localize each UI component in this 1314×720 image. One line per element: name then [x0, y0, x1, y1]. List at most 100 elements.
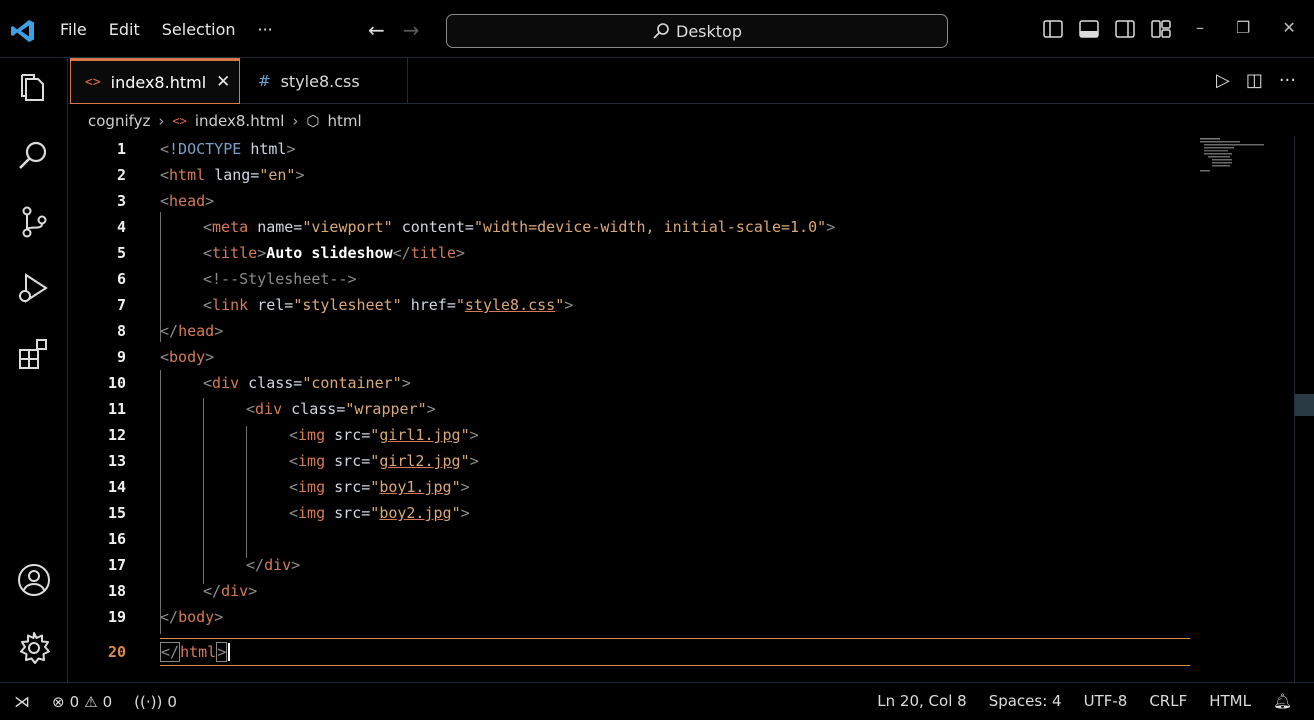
status-bar: ⋊ ⊗ 0 ⚠ 0 ((·)) 0 Ln 20, Col 8 Spaces: 4… — [0, 682, 1314, 720]
restore-icon[interactable]: ❐ — [1236, 18, 1250, 37]
code-line: 7 <link rel="stylesheet" href="style8.cs… — [68, 292, 1190, 318]
back-arrow-icon[interactable]: ← — [368, 18, 385, 42]
line-number: 3 — [116, 192, 126, 210]
ports-count: 0 — [167, 692, 177, 711]
code-line: 14 <img src="boy1.jpg"> — [68, 474, 1190, 500]
menu-selection[interactable]: Selection — [162, 20, 236, 39]
html-file-icon: <> — [172, 114, 187, 128]
line-number: 7 — [116, 296, 126, 314]
toggle-panel-icon[interactable] — [1078, 18, 1100, 40]
accounts-icon[interactable] — [16, 562, 52, 598]
explorer-icon[interactable] — [16, 70, 52, 106]
breadcrumb-file[interactable]: index8.html — [195, 112, 285, 130]
code-line: 3 <head> — [68, 188, 1190, 214]
code-line: 17 </div> — [68, 552, 1190, 578]
vertical-scrollbar[interactable] — [1294, 136, 1314, 682]
line-number: 19 — [107, 608, 126, 626]
line-number: 6 — [116, 270, 126, 288]
css-file-icon: # — [258, 72, 271, 90]
chevron-right-icon: › — [292, 112, 299, 130]
line-number: 13 — [107, 452, 126, 470]
search-icon[interactable] — [16, 138, 52, 174]
extensions-icon[interactable] — [16, 336, 52, 372]
code-line: 9 <body> — [68, 344, 1190, 370]
breadcrumb-folder[interactable]: cognifyz — [88, 112, 150, 130]
breadcrumb: cognifyz › <> index8.html › ⬡ html — [68, 106, 1314, 136]
code-line: 1 <!DOCTYPE html> — [68, 136, 1190, 162]
line-number: 5 — [116, 244, 126, 262]
breadcrumb-symbol[interactable]: html — [327, 112, 361, 130]
code-line: 6 <!--Stylesheet--> — [68, 266, 1190, 292]
code-line-current: 20 </html> — [68, 639, 1190, 665]
warning-icon: ⚠ — [84, 692, 98, 711]
line-number: 17 — [107, 556, 126, 574]
line-number: 2 — [116, 166, 126, 184]
close-tab-icon[interactable]: ✕ — [216, 72, 230, 92]
encoding[interactable]: UTF-8 — [1084, 692, 1128, 710]
minimize-icon[interactable]: – — [1196, 18, 1204, 37]
menu-edit[interactable]: Edit — [109, 20, 140, 39]
remote-indicator-icon[interactable]: ⋊ — [14, 692, 30, 711]
code-line: 16 — [68, 526, 1190, 552]
line-number: 4 — [116, 218, 126, 236]
menu-bar: File Edit Selection ··· — [60, 20, 273, 39]
line-number: 10 — [107, 374, 126, 392]
run-and-debug-icon[interactable] — [16, 270, 52, 306]
radio-tower-icon: ((·)) — [134, 692, 163, 711]
tab-index8-html[interactable]: <> index8.html ✕ — [70, 58, 240, 104]
line-number: 9 — [116, 348, 126, 366]
line-number: 15 — [107, 504, 126, 522]
toggle-secondary-sidebar-icon[interactable] — [1114, 18, 1136, 40]
menu-file[interactable]: File — [60, 20, 87, 39]
menu-more[interactable]: ··· — [258, 20, 273, 39]
line-number: 11 — [107, 400, 126, 418]
code-line: 15 <img src="boy2.jpg"> — [68, 500, 1190, 526]
code-line: 13 <img src="girl2.jpg"> — [68, 448, 1190, 474]
code-line: 8 </head> — [68, 318, 1190, 344]
line-number: 18 — [107, 582, 126, 600]
manage-gear-icon[interactable] — [16, 630, 52, 666]
cursor-position[interactable]: Ln 20, Col 8 — [877, 692, 966, 710]
line-number: 12 — [107, 426, 126, 444]
symbol-icon: ⬡ — [306, 112, 320, 130]
code-line: 12 <img src="girl1.jpg"> — [68, 422, 1190, 448]
notifications-bell-icon[interactable]: 🔔︎ — [1273, 692, 1292, 710]
code-line: 19 </body> — [68, 604, 1190, 630]
title-bar: File Edit Selection ··· ← → Desktop – ❐ … — [0, 0, 1314, 58]
problems-indicator[interactable]: ⊗ 0 ⚠ 0 — [52, 693, 112, 711]
error-icon: ⊗ — [52, 692, 65, 711]
end-of-line[interactable]: CRLF — [1149, 692, 1187, 710]
command-center-search[interactable]: Desktop — [446, 14, 948, 48]
more-actions-icon[interactable]: ··· — [1279, 70, 1296, 91]
code-line: 11 <div class="wrapper"> — [68, 396, 1190, 422]
split-editor-icon[interactable]: ◫ — [1246, 70, 1263, 91]
code-line: 4 <meta name="viewport" content="width=d… — [68, 214, 1190, 240]
search-label: Desktop — [676, 21, 742, 41]
scrollbar-thumb[interactable] — [1295, 394, 1314, 416]
code-line: 5 <title>Auto slideshow</title> — [68, 240, 1190, 266]
minimap[interactable] — [1196, 136, 1276, 176]
close-window-icon[interactable]: ✕ — [1282, 18, 1295, 37]
source-control-icon[interactable] — [16, 204, 52, 240]
vscode-logo-icon — [11, 20, 34, 42]
line-number: 1 — [116, 140, 126, 158]
error-count: 0 — [69, 692, 80, 711]
customize-layout-icon[interactable] — [1150, 18, 1172, 40]
language-mode[interactable]: HTML — [1209, 692, 1251, 710]
warning-count: 0 — [102, 692, 113, 711]
code-line: 18 </div> — [68, 578, 1190, 604]
indentation[interactable]: Spaces: 4 — [989, 692, 1062, 710]
tab-style8-css[interactable]: # style8.css — [244, 58, 408, 104]
code-editor[interactable]: 1 <!DOCTYPE html> 2 <html lang="en"> 3 <… — [68, 136, 1294, 682]
chevron-right-icon: › — [158, 112, 165, 130]
toggle-primary-sidebar-icon[interactable] — [1042, 18, 1064, 40]
line-number: 8 — [116, 322, 126, 340]
html-file-icon: <> — [85, 74, 101, 90]
ports-indicator[interactable]: ((·)) 0 — [134, 693, 177, 711]
tab-bar: <> index8.html ✕ # style8.css ▷ ◫ ··· — [68, 58, 1314, 104]
code-line: 10 <div class="container"> — [68, 370, 1190, 396]
run-icon[interactable]: ▷ — [1216, 70, 1230, 91]
line-number: 16 — [107, 530, 126, 548]
activity-bar — [0, 58, 68, 682]
forward-arrow-icon[interactable]: → — [403, 18, 420, 42]
